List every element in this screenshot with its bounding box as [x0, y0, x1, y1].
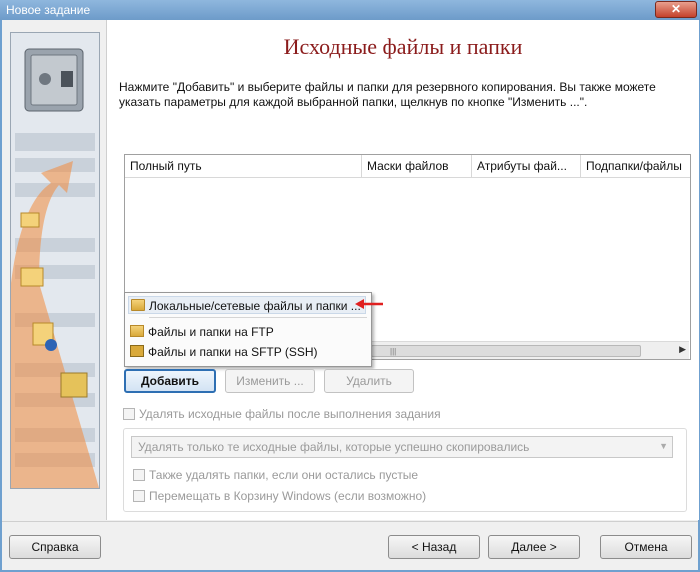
wizard-side-illustration	[10, 32, 100, 489]
scrollbar-thumb[interactable]: |||	[371, 345, 641, 357]
column-header-file-masks[interactable]: Маски файлов	[367, 159, 449, 173]
wizard-window: Исходные файлы и папки Нажмите "Добавить…	[2, 20, 699, 570]
column-divider	[471, 155, 472, 177]
close-button[interactable]: ✕	[655, 1, 697, 18]
horizontal-scrollbar[interactable]: ||| ▶	[365, 341, 689, 359]
scrollbar-grip-icon: |||	[390, 347, 397, 356]
cancel-button[interactable]: Отмена	[600, 535, 692, 559]
menu-item-label: Локальные/сетевые файлы и папки ...	[149, 299, 361, 313]
add-dropdown-menu: Локальные/сетевые файлы и папки ... Файл…	[124, 292, 372, 367]
back-button[interactable]: < Назад	[388, 535, 480, 559]
footer-divider	[2, 521, 698, 522]
menu-item-ftp[interactable]: Файлы и папки на FTP	[128, 323, 366, 341]
menu-item-label: Файлы и папки на SFTP (SSH)	[148, 345, 318, 359]
window-title: Новое задание	[6, 3, 91, 17]
menu-item-local-network[interactable]: Локальные/сетевые файлы и папки ...	[128, 296, 366, 314]
add-button[interactable]: Добавить	[124, 369, 216, 393]
delete-mode-value: Удалять только те исходные файлы, которы…	[138, 440, 530, 454]
recycle-bin-checkbox[interactable]	[133, 490, 145, 502]
page-title: Исходные файлы и папки	[283, 34, 523, 59]
sftp-lock-icon	[130, 345, 144, 357]
recycle-bin-label: Перемещать в Корзину Windows (если возмо…	[149, 489, 427, 503]
title-bar: Новое задание ✕	[0, 0, 700, 20]
menu-separator	[149, 317, 367, 318]
delete-empty-folders-checkbox[interactable]	[133, 469, 145, 481]
menu-item-sftp[interactable]: Файлы и папки на SFTP (SSH)	[128, 343, 366, 361]
menu-item-label: Файлы и папки на FTP	[148, 325, 274, 339]
delete-mode-select[interactable]: Удалять только те исходные файлы, которы…	[131, 436, 673, 458]
ftp-icon	[130, 325, 144, 337]
help-button[interactable]: Справка	[9, 535, 101, 559]
red-arrow-icon	[355, 299, 383, 309]
column-header-subfolders[interactable]: Подпапки/файлы	[586, 159, 682, 173]
delete-button[interactable]: Удалить	[324, 369, 414, 393]
delete-empty-folders-label: Также удалять папки, если они остались п…	[149, 468, 419, 482]
column-header-full-path[interactable]: Полный путь	[130, 159, 202, 173]
page-description: Нажмите "Добавить" и выберите файлы и па…	[119, 80, 656, 109]
folder-icon	[131, 299, 145, 311]
scroll-right-icon[interactable]: ▶	[679, 344, 686, 355]
column-divider	[361, 155, 362, 177]
edit-button[interactable]: Изменить ...	[225, 369, 315, 393]
column-divider	[580, 155, 581, 177]
wizard-content: Исходные файлы и папки Нажмите "Добавить…	[106, 20, 699, 520]
chevron-down-icon: ▼	[659, 441, 668, 451]
column-header-attributes[interactable]: Атрибуты фай...	[477, 159, 567, 173]
delete-sources-checkbox[interactable]	[123, 408, 135, 420]
table-header: Полный путь Маски файлов Атрибуты фай...…	[125, 155, 690, 178]
delete-sources-label: Удалять исходные файлы после выполнения …	[139, 407, 441, 421]
safe-icon	[24, 48, 84, 112]
side-illustration-graphic	[11, 33, 99, 488]
next-button[interactable]: Далее >	[488, 535, 580, 559]
